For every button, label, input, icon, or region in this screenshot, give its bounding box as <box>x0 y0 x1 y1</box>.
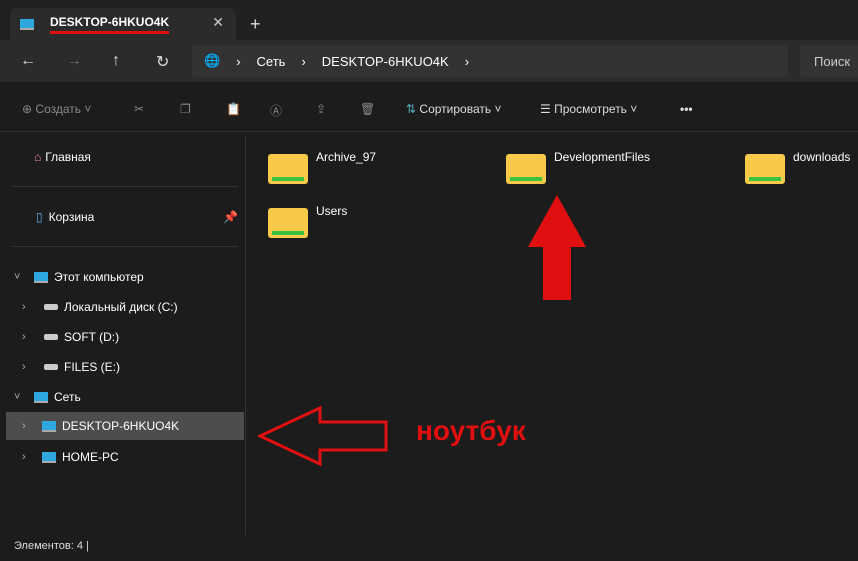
back-button[interactable]: ← <box>20 52 36 70</box>
label: Сеть <box>54 390 81 404</box>
status-bar: Элементов: 4 | <box>14 540 89 552</box>
address-bar[interactable]: 🌐 › Сеть › DESKTOP-6HKUO4K › <box>192 45 788 77</box>
sidebar-item-this-pc[interactable]: ˅ Этот компьютер <box>0 263 244 291</box>
sidebar-item-network[interactable]: ˅ Сеть <box>0 383 244 411</box>
sidebar-item-home-pc[interactable]: › HOME-PC <box>0 443 244 471</box>
label: SOFT (D:) <box>64 330 120 344</box>
computer-icon <box>34 271 48 283</box>
folder-name: Users <box>316 204 348 218</box>
breadcrumb-network[interactable]: Сеть <box>257 54 286 69</box>
home-icon: ⌂ <box>34 150 42 164</box>
drive-icon <box>44 364 58 370</box>
network-globe-icon: 🌐 <box>204 53 221 68</box>
refresh-button[interactable]: ↻ <box>156 52 169 72</box>
view-icon: ☰ <box>540 102 551 116</box>
paste-icon[interactable]: 📋 <box>226 102 241 116</box>
drive-icon <box>44 304 58 310</box>
chevron-right-icon: › <box>236 53 241 69</box>
folder-name: DevelopmentFiles <box>554 150 651 164</box>
view-label: Просмотреть <box>554 102 627 116</box>
label: DESKTOP-6HKUO4K <box>62 419 180 433</box>
folder-icon <box>268 204 308 238</box>
folder-icon <box>268 150 308 184</box>
chevron-right-icon[interactable]: › <box>22 361 26 373</box>
computer-icon <box>42 451 56 463</box>
computer-icon <box>20 18 34 30</box>
label: Корзина <box>48 210 95 224</box>
up-arrow-annotation <box>528 195 586 300</box>
create-label: Создать <box>35 102 82 116</box>
folder-name: downloads <box>793 150 851 164</box>
copy-icon[interactable]: ❐ <box>180 102 191 116</box>
chevron-right-icon: › <box>464 53 470 69</box>
delete-icon[interactable]: 🗑 <box>360 102 375 116</box>
chevron-down-icon[interactable]: ˅ <box>14 271 20 283</box>
sidebar: ⌂ Главная ▯ Корзина 📌 ˅ Этот компьютер › Лока… <box>0 135 246 535</box>
title-bar: DESKTOP-6HKUO4K ✕ + <box>0 0 858 40</box>
sidebar-item-home[interactable]: ⌂ Главная <box>0 143 244 171</box>
search-input[interactable]: Поиск <box>800 45 858 77</box>
folder-name: Archive_97 <box>316 150 377 164</box>
chevron-right-icon[interactable]: › <box>22 420 26 432</box>
view-button[interactable]: ☰ Просмотреть ˅ <box>540 102 637 116</box>
item-count: Элементов: 4 <box>14 540 83 552</box>
drive-icon <box>44 334 58 340</box>
chevron-right-icon[interactable]: › <box>22 451 26 463</box>
network-icon <box>34 391 48 403</box>
create-button[interactable]: ⊕ Создать ˅ <box>22 102 91 116</box>
chevron-right-icon[interactable]: › <box>22 331 26 343</box>
tab-active[interactable]: DESKTOP-6HKUO4K ✕ <box>10 8 236 40</box>
rename-icon[interactable]: Ⓐ <box>270 102 282 119</box>
divider <box>12 246 238 247</box>
breadcrumb-host[interactable]: DESKTOP-6HKUO4K <box>322 54 449 69</box>
chevron-down-icon[interactable]: ˅ <box>14 391 20 403</box>
close-tab-button[interactable]: ✕ <box>212 14 224 31</box>
new-tab-button[interactable]: + <box>250 14 261 35</box>
folder-item[interactable]: Archive_97 <box>268 150 376 184</box>
label: Этот компьютер <box>54 270 144 284</box>
sidebar-item-drive-d[interactable]: › SOFT (D:) <box>0 323 244 351</box>
pin-icon[interactable]: 📌 <box>223 210 238 224</box>
share-icon[interactable]: ⇪ <box>316 102 326 116</box>
computer-icon <box>42 420 56 432</box>
plus-circle-icon: ⊕ <box>22 102 33 116</box>
command-bar: ⊕ Создать ˅ ✂ ❐ 📋 Ⓐ ⇪ 🗑 ⇅ Сортировать ˅ … <box>0 90 858 132</box>
folder-item[interactable]: Users <box>268 204 347 238</box>
cut-icon[interactable]: ✂ <box>134 102 144 116</box>
navigation-bar: ← → ↑ ↻ 🌐 › Сеть › DESKTOP-6HKUO4K › Пои… <box>0 40 858 82</box>
chevron-right-icon: › <box>301 53 306 69</box>
sidebar-item-drive-e[interactable]: › FILES (E:) <box>0 353 244 381</box>
left-arrow-annotation <box>258 406 388 466</box>
tab-title: DESKTOP-6HKUO4K <box>50 15 170 34</box>
label: Главная <box>45 150 91 164</box>
sidebar-item-drive-c[interactable]: › Локальный диск (C:) <box>0 293 244 321</box>
label: Локальный диск (C:) <box>64 300 178 314</box>
sort-button[interactable]: ⇅ Сортировать ˅ <box>406 102 501 116</box>
folder-icon <box>745 150 785 184</box>
annotation-label: ноутбук <box>416 415 526 446</box>
folder-item[interactable]: DevelopmentFiles <box>506 150 650 184</box>
sidebar-item-desktop-host[interactable]: › DESKTOP-6HKUO4K <box>6 412 244 440</box>
folder-item[interactable]: downloads <box>745 150 850 184</box>
recycle-bin-icon: ▯ <box>36 210 43 224</box>
more-button[interactable]: ••• <box>680 102 693 116</box>
divider <box>12 186 238 187</box>
chevron-right-icon[interactable]: › <box>22 301 26 313</box>
sort-icon: ⇅ <box>406 102 417 116</box>
sort-label: Сортировать <box>419 102 492 116</box>
label: HOME-PC <box>62 450 119 464</box>
label: FILES (E:) <box>64 360 121 374</box>
forward-button[interactable]: → <box>66 52 82 70</box>
sidebar-item-trash[interactable]: ▯ Корзина 📌 <box>0 203 244 231</box>
folder-icon <box>506 150 546 184</box>
up-button[interactable]: ↑ <box>112 52 120 70</box>
